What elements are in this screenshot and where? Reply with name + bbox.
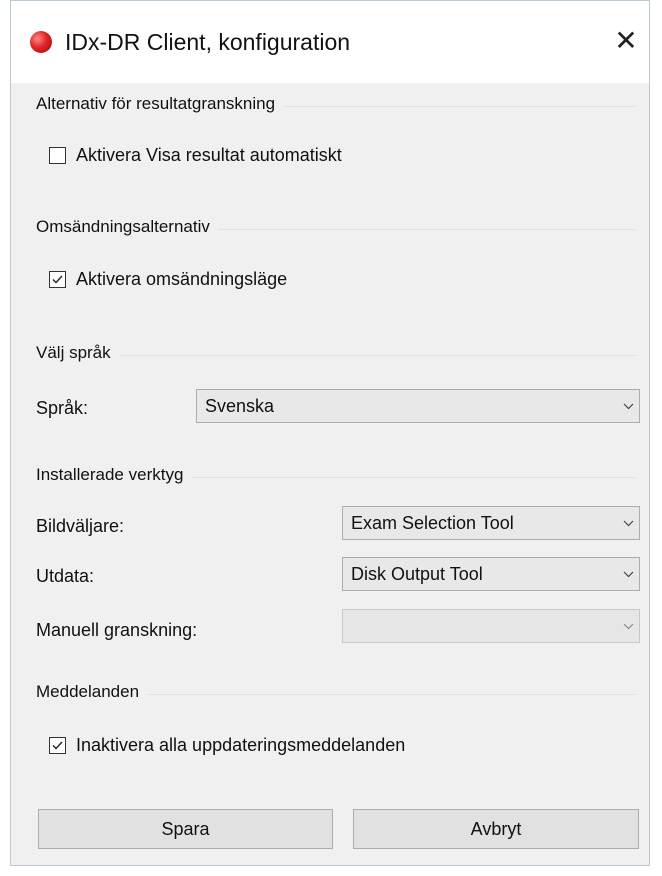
divider <box>217 228 636 230</box>
result-review-header: Alternativ för resultatgranskning <box>36 91 636 117</box>
chevron-down-icon <box>617 558 639 590</box>
chevron-down-icon <box>617 610 639 642</box>
disable-update-messages-checkbox[interactable] <box>49 737 66 754</box>
title-bar: IDx-DR Client, konfiguration ✕ <box>11 1 649 83</box>
installed-tools-title: Installerade verktyg <box>36 465 184 484</box>
messages-title: Meddelanden <box>36 682 140 701</box>
divider <box>283 105 636 107</box>
output-select[interactable]: Disk Output Tool <box>342 557 640 591</box>
resend-header: Omsändningsalternativ <box>36 214 636 240</box>
manual-review-select[interactable] <box>342 609 640 643</box>
image-selector-select[interactable]: Exam Selection Tool <box>342 506 640 540</box>
image-selector-value: Exam Selection Tool <box>351 512 514 533</box>
chevron-down-icon <box>617 390 639 422</box>
output-value: Disk Output Tool <box>351 563 483 584</box>
cancel-button[interactable]: Avbryt <box>353 809 639 849</box>
language-select[interactable]: Svenska <box>196 389 640 423</box>
app-icon <box>30 31 52 53</box>
divider <box>191 476 636 478</box>
resend-mode-label: Aktivera omsändningsläge <box>76 269 288 289</box>
language-label: Språk: <box>36 398 89 418</box>
language-header: Välj språk <box>36 340 636 366</box>
resend-title: Omsändningsalternativ <box>36 217 210 236</box>
auto-show-results-checkbox[interactable] <box>49 147 66 164</box>
resend-mode-checkbox[interactable] <box>49 271 66 288</box>
save-button[interactable]: Spara <box>38 809 333 849</box>
checkmark-icon <box>52 741 63 750</box>
disable-update-messages-checkbox-row[interactable]: Inaktivera alla uppdateringsmeddelanden <box>49 735 405 756</box>
result-review-title: Alternativ för resultatgranskning <box>36 94 276 113</box>
auto-show-results-label: Aktivera Visa resultat automatiskt <box>76 145 342 165</box>
manual-review-label: Manuell granskning: <box>36 620 198 640</box>
language-title: Välj språk <box>36 343 111 362</box>
close-button[interactable]: ✕ <box>609 25 643 59</box>
image-selector-label: Bildväljare: <box>36 516 125 536</box>
resend-mode-checkbox-row[interactable]: Aktivera omsändningsläge <box>49 269 287 290</box>
divider <box>118 354 636 356</box>
disable-update-messages-label: Inaktivera alla uppdateringsmeddelanden <box>76 735 406 755</box>
language-select-value: Svenska <box>205 395 275 416</box>
chevron-down-icon <box>617 507 639 539</box>
checkmark-icon <box>52 275 63 284</box>
messages-header: Meddelanden <box>36 679 636 705</box>
window-title: IDx-DR Client, konfiguration <box>65 29 351 55</box>
divider <box>147 693 636 695</box>
installed-tools-header: Installerade verktyg <box>36 462 636 488</box>
config-dialog: IDx-DR Client, konfiguration ✕ Alternati… <box>10 0 650 866</box>
auto-show-results-checkbox-row[interactable]: Aktivera Visa resultat automatiskt <box>49 145 342 166</box>
output-label: Utdata: <box>36 566 95 586</box>
